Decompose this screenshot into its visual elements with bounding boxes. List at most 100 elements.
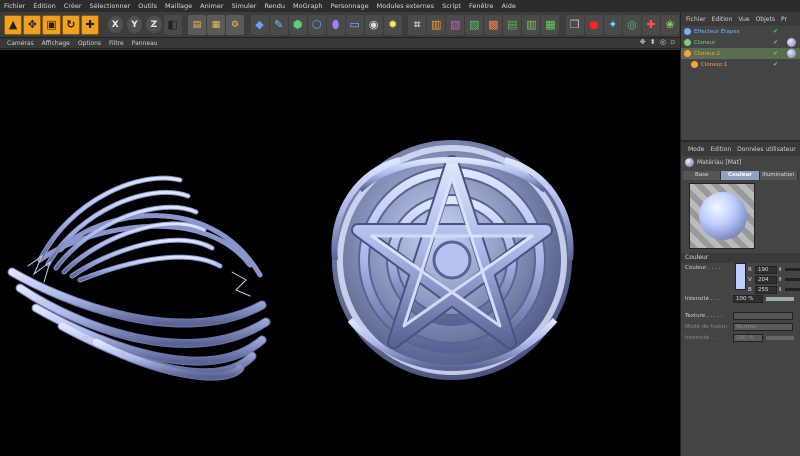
v-slider[interactable] <box>785 278 800 281</box>
menu-item[interactable]: MoGraph <box>289 2 327 10</box>
object-menu-item[interactable]: Objets <box>753 16 778 23</box>
v-spinner-icon[interactable]: ⬍ <box>777 277 783 283</box>
object-menu-item[interactable]: Fichier <box>683 16 709 23</box>
py-script-icon[interactable]: ✦ <box>603 14 622 35</box>
enabled-check-icon[interactable]: ✔ <box>773 61 778 68</box>
menu-item[interactable]: Animer <box>196 2 227 10</box>
menu-item[interactable]: Simuler <box>228 2 261 10</box>
material-tab[interactable]: Base <box>683 171 722 180</box>
workplane-icon[interactable]: ▥ <box>427 14 446 35</box>
intensite-row: Intensité . . . 100 % <box>681 293 800 304</box>
light-icon[interactable]: ✹ <box>383 14 402 35</box>
object-type-icon <box>691 61 698 68</box>
r-spinner-icon[interactable]: ⬍ <box>777 267 783 273</box>
fusion-row: Mode de fusion Normal <box>681 321 800 332</box>
menu-item[interactable]: Sélectionner <box>86 2 135 10</box>
v-field[interactable]: 204 <box>755 275 777 284</box>
r-slider[interactable] <box>785 268 800 271</box>
attribute-menu-item[interactable]: Edition <box>707 146 734 153</box>
menu-item[interactable]: Script <box>438 2 465 10</box>
enabled-check-icon[interactable]: ✔ <box>773 50 778 57</box>
axis-y-button[interactable]: Y <box>126 16 143 33</box>
sculpt-icon[interactable]: ✚ <box>641 14 660 35</box>
intensite2-field[interactable]: 100 % <box>733 333 763 342</box>
material-tab[interactable]: Couleur <box>721 171 760 180</box>
object-menu-item[interactable]: Vue <box>735 16 752 23</box>
nurbs-icon[interactable]: ⬢ <box>288 14 307 35</box>
mode-texture-icon[interactable]: ▥ <box>522 14 541 35</box>
material-tab[interactable]: Illumination <box>759 171 798 180</box>
snap-icon[interactable]: ⌗ <box>408 14 427 35</box>
coordinate-system-icon[interactable]: ◧ <box>163 14 182 35</box>
menu-item[interactable]: Créer <box>60 2 86 10</box>
menu-item[interactable]: Rendu <box>260 2 289 10</box>
menu-item[interactable]: Aide <box>498 2 520 10</box>
material-tag-icon[interactable] <box>787 49 796 58</box>
mode-polygons-icon[interactable]: ▩ <box>484 14 503 35</box>
fusion-select[interactable]: Normal <box>733 322 793 331</box>
r-field[interactable]: 190 <box>755 265 777 274</box>
menu-item[interactable]: Fichier <box>0 2 29 10</box>
axis-z-button[interactable]: Z <box>146 16 162 33</box>
mode-model-icon[interactable]: ▤ <box>503 14 522 35</box>
object-row[interactable]: Cloneur.2 ✔ <box>681 48 800 59</box>
color-swatch[interactable] <box>735 263 746 290</box>
deformer-icon[interactable]: ⬮ <box>326 14 345 35</box>
mode-points-icon[interactable]: ▧ <box>446 14 465 35</box>
material-tag-icon[interactable] <box>787 38 796 47</box>
move-tool-icon[interactable]: ✥ <box>23 14 42 35</box>
intensite-slider[interactable] <box>766 296 794 301</box>
pen-icon[interactable]: ✎ <box>269 14 288 35</box>
enabled-check-icon[interactable]: ✔ <box>773 39 778 46</box>
axis-x-button[interactable]: X <box>107 16 123 33</box>
viewport-menu-item[interactable]: Options <box>74 40 105 47</box>
hair-icon[interactable]: ❀ <box>660 14 679 35</box>
b-slider[interactable] <box>785 288 800 291</box>
camera-icon[interactable]: ◉ <box>364 14 383 35</box>
enabled-check-icon[interactable]: ✔ <box>773 28 778 35</box>
menu-item[interactable]: Maillage <box>161 2 196 10</box>
spiral-shell-object <box>7 175 271 381</box>
r-label: R <box>748 266 752 273</box>
viewport-3d[interactable] <box>0 50 680 456</box>
render-picture-icon[interactable]: ▦ <box>207 14 226 35</box>
select-tool-icon[interactable]: ▲ <box>4 14 23 35</box>
viewport-menu-item[interactable]: Affichage <box>38 40 74 47</box>
render-view-icon[interactable]: ▤ <box>188 14 207 35</box>
menu-item[interactable]: Fenêtre <box>465 2 498 10</box>
menu-item[interactable]: Personnage <box>327 2 373 10</box>
couleur-label: Couleur . . . . <box>685 265 721 271</box>
attribute-menu-item[interactable]: Mode <box>685 146 707 153</box>
intensite2-slider[interactable] <box>766 335 794 340</box>
floor-icon[interactable]: ▭ <box>345 14 364 35</box>
menu-item[interactable]: Modules externes <box>373 2 438 10</box>
viewport-menu-item[interactable]: Filtre <box>105 40 128 47</box>
object-row[interactable]: Cloneur.1 ✔ <box>681 59 800 70</box>
menu-item[interactable]: Outils <box>134 2 161 10</box>
layout-cube-icon[interactable]: ❒ <box>565 14 584 35</box>
viewport-nav-icons[interactable]: ✥ ⬍ ◎ ▫ <box>640 38 676 46</box>
r-channel: R 190 ⬍ <box>748 265 800 274</box>
menu-item[interactable]: Édition <box>29 2 60 10</box>
object-menu-item[interactable]: Edition <box>709 16 736 23</box>
mograph-icon[interactable]: ◎ <box>622 14 641 35</box>
rotate-tool-icon[interactable]: ↻ <box>61 14 80 35</box>
attribute-menu-item[interactable]: Données utilisateur <box>734 146 799 153</box>
cube-icon[interactable]: ◆ <box>250 14 269 35</box>
scale-tool-icon[interactable]: ▣ <box>42 14 61 35</box>
texture-field[interactable] <box>733 311 793 320</box>
viewport-menu-item[interactable]: Panneau <box>128 40 162 47</box>
live-select-icon[interactable]: ✚ <box>80 14 100 35</box>
render-settings-icon[interactable]: ⚙ <box>226 14 245 35</box>
mode-edges-icon[interactable]: ▨ <box>465 14 484 35</box>
array-icon[interactable]: ⬡ <box>307 14 326 35</box>
b-spinner-icon[interactable]: ⬍ <box>777 287 783 293</box>
mode-axis-icon[interactable]: ▦ <box>541 14 560 35</box>
object-menu-item[interactable]: Pr <box>778 16 790 23</box>
viewport-menu-item[interactable]: Caméras <box>3 40 38 47</box>
record-icon[interactable]: ● <box>584 14 603 35</box>
intensite-field[interactable]: 100 % <box>733 294 763 303</box>
object-row[interactable]: Cloneur ✔ <box>681 37 800 48</box>
object-row[interactable]: Effecteur Étapes ✔ <box>681 26 800 37</box>
object-type-icon <box>684 28 691 35</box>
